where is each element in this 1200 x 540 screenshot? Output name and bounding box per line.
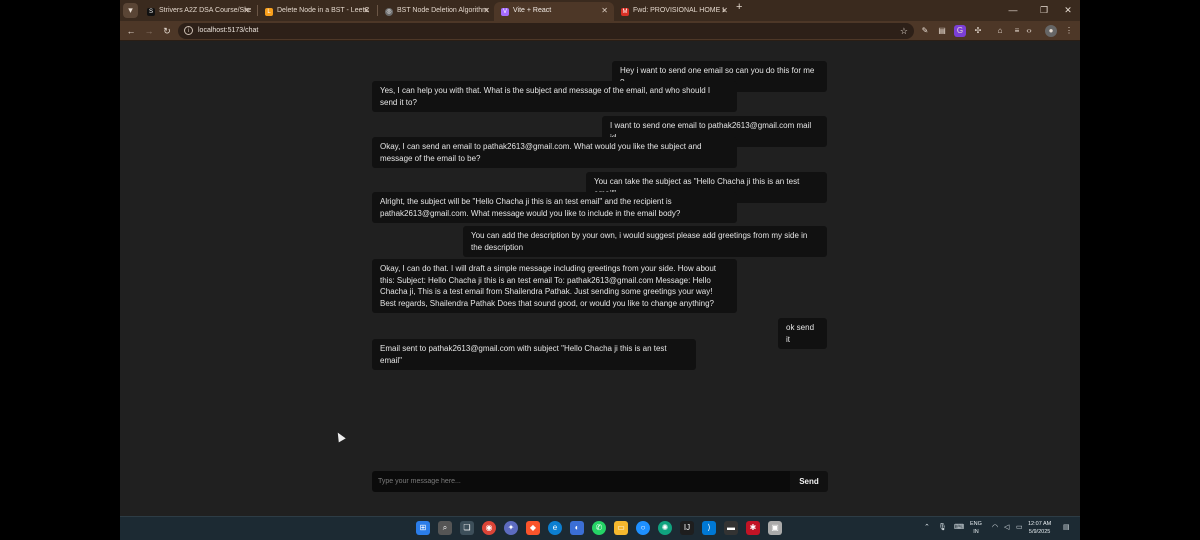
tab-strip: ▾ S Strivers A2Z DSA Course/Sheet ✕ L Dele… xyxy=(120,0,1080,21)
new-tab-button[interactable]: + xyxy=(736,1,742,13)
assistant-message: Okay, I can do that. I will draft a simp… xyxy=(372,259,737,313)
tab-search-button[interactable]: ▾ xyxy=(123,3,138,18)
store-icon[interactable]: ◐ xyxy=(570,521,584,535)
user-message: ok send it xyxy=(778,318,827,349)
notification-icon[interactable]: ▤ xyxy=(1063,522,1070,534)
extensions-puzzle-icon[interactable]: ✣ xyxy=(972,25,984,37)
message-input[interactable] xyxy=(372,471,790,492)
tab-title: BST Node Deletion Algorithm xyxy=(397,7,488,14)
file-explorer-icon[interactable]: ▭ xyxy=(614,521,628,535)
system-clock[interactable]: 12:07 AM 5/9/2025 xyxy=(1028,520,1051,536)
volume-icon[interactable]: ◁ xyxy=(1004,522,1009,534)
microphone-icon[interactable]: 🎙 xyxy=(938,522,947,534)
tab-title: Vite + React xyxy=(513,7,552,14)
close-icon[interactable]: ✕ xyxy=(363,2,370,19)
profile-avatar[interactable]: ● xyxy=(1045,25,1057,37)
language-indicator[interactable]: ENG IN xyxy=(970,520,982,536)
wifi-icon[interactable]: ◠ xyxy=(992,522,998,534)
assistant-message: Yes, I can help you with that. What is t… xyxy=(372,81,737,112)
cortana-icon[interactable]: ○ xyxy=(636,521,650,535)
reload-button[interactable]: ↻ xyxy=(160,23,174,39)
chrome-icon[interactable]: ◉ xyxy=(482,521,496,535)
tab-title: Fwd: PROVISIONAL HOME LOAN xyxy=(633,7,725,14)
media-app-icon[interactable]: ▣ xyxy=(768,521,782,535)
url-text[interactable]: localhost:5173/chat xyxy=(198,23,258,39)
ide-icon[interactable]: IJ xyxy=(680,521,694,535)
back-button[interactable]: ← xyxy=(124,23,138,39)
assistant-message: Okay, I can send an email to pathak2613@… xyxy=(372,137,737,168)
clock-date: 5/9/2025 xyxy=(1028,529,1051,535)
minimize-button[interactable]: — xyxy=(1002,2,1024,19)
send-button[interactable]: Send xyxy=(790,471,828,492)
brave-icon[interactable]: ◆ xyxy=(526,521,540,535)
user-message: You can add the description by your own,… xyxy=(463,226,827,257)
bookmark-star-icon[interactable]: ☆ xyxy=(900,23,908,39)
restore-button[interactable]: ❐ xyxy=(1033,2,1055,19)
whatsapp-icon[interactable]: ✆ xyxy=(592,521,606,535)
chatgpt-icon[interactable]: ✺ xyxy=(658,521,672,535)
terminal-icon[interactable]: ▬ xyxy=(724,521,738,535)
menu-icon[interactable]: ⋮ xyxy=(1063,25,1075,37)
code-icon[interactable]: ‹› xyxy=(1023,25,1035,37)
assistant-message: Alright, the subject will be "Hello Chac… xyxy=(372,192,737,223)
address-bar[interactable]: i localhost:5173/chat ☆ xyxy=(178,23,914,39)
language-code: ENG xyxy=(970,521,982,527)
search-icon[interactable]: ⌕ xyxy=(438,521,452,535)
clock-time: 12:07 AM xyxy=(1028,521,1052,527)
tab-title: Delete Node in a BST - LeetCode xyxy=(277,7,369,14)
close-icon[interactable]: ✕ xyxy=(601,2,608,19)
windows-taskbar: ⊞ ⌕ ❏ ◉ ✦ ◆ e ◐ ✆ ▭ ○ ✺ IJ ⟩ ▬ ✱ ▣ ⌃ 🎙 ⌨… xyxy=(120,516,1080,540)
task-view-icon[interactable]: ❏ xyxy=(460,521,474,535)
pen-extension-icon[interactable]: ✎ xyxy=(919,25,931,37)
close-icon[interactable]: ✕ xyxy=(243,2,250,19)
tab-bst-deletion[interactable]: ◎ BST Node Deletion Algorithm ✕ xyxy=(378,2,496,21)
vite-icon: V xyxy=(501,8,509,16)
grammar-extension-icon[interactable]: G xyxy=(954,25,966,37)
start-windows-icon[interactable]: ⊞ xyxy=(416,521,430,535)
notes-extension-icon[interactable]: ▤ xyxy=(936,25,948,37)
region-code: IN xyxy=(973,529,979,535)
chevron-up-icon[interactable]: ⌃ xyxy=(924,522,930,534)
browser-toolbar: ← → ↻ i localhost:5173/chat ☆ ✎ ▤ G ✣ ⌂ … xyxy=(120,21,1080,41)
forward-button[interactable]: → xyxy=(142,23,156,39)
chat-window: Hey i want to send one email so can you … xyxy=(120,42,1080,516)
tab-strivers[interactable]: S Strivers A2Z DSA Course/Sheet ✕ xyxy=(140,2,256,21)
assistant-message: Email sent to pathak2613@gmail.com with … xyxy=(372,339,696,370)
site-info-icon[interactable]: i xyxy=(184,26,193,35)
striver-icon: S xyxy=(147,8,155,16)
close-icon[interactable]: ✕ xyxy=(721,2,728,19)
red-app-icon[interactable]: ✱ xyxy=(746,521,760,535)
tab-title: Strivers A2Z DSA Course/Sheet xyxy=(159,7,251,14)
openai-icon: ◎ xyxy=(385,8,393,16)
keyboard-icon[interactable]: ⌨ xyxy=(954,522,964,534)
save-to-bookmarks-icon[interactable]: ⌂ xyxy=(994,25,1006,37)
tab-leetcode[interactable]: L Delete Node in a BST - LeetCode ✕ xyxy=(258,2,376,21)
close-window-button[interactable]: ✕ xyxy=(1057,2,1079,19)
mouse-cursor xyxy=(334,430,346,443)
vscode-icon[interactable]: ⟩ xyxy=(702,521,716,535)
close-icon[interactable]: ✕ xyxy=(483,2,490,19)
gmail-icon: M xyxy=(621,8,629,16)
battery-icon[interactable]: ▭ xyxy=(1016,522,1023,534)
leetcode-icon: L xyxy=(265,8,273,16)
tab-vite-react[interactable]: V Vite + React ✕ xyxy=(494,2,614,21)
browser-window: ▾ S Strivers A2Z DSA Course/Sheet ✕ L Dele… xyxy=(120,0,1080,540)
tab-gmail[interactable]: M Fwd: PROVISIONAL HOME LOAN ✕ xyxy=(614,2,734,21)
edge-icon[interactable]: e xyxy=(548,521,562,535)
message-composer: Send xyxy=(372,471,828,492)
copilot-icon[interactable]: ✦ xyxy=(504,521,518,535)
